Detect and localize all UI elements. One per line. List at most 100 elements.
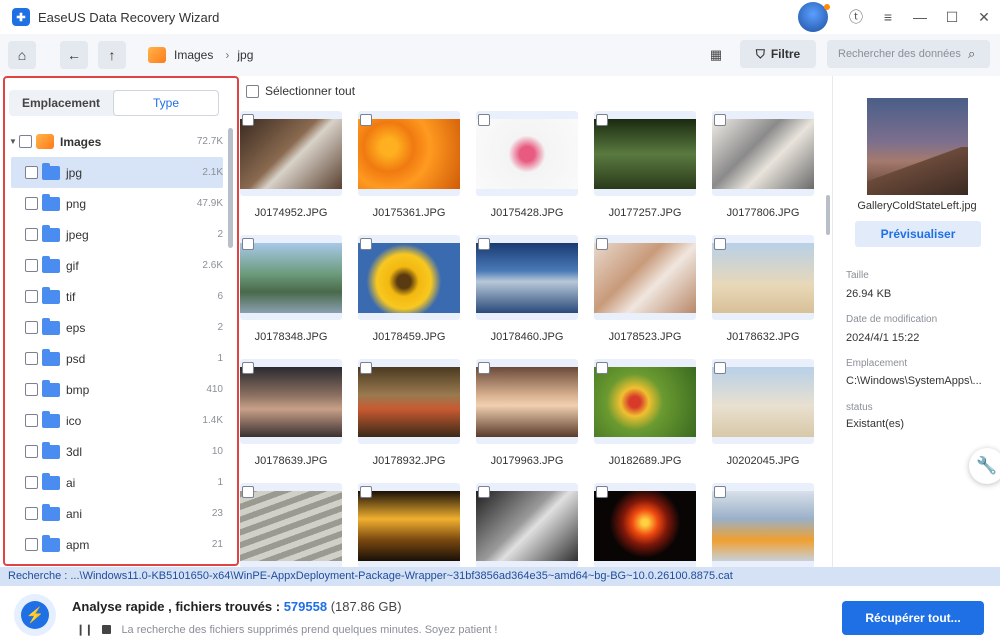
file-checkbox[interactable]: [714, 238, 726, 250]
select-all[interactable]: Sélectionner tout: [246, 84, 355, 98]
tree-item-tif[interactable]: tif 6: [5, 281, 223, 312]
select-all-checkbox[interactable]: [246, 84, 259, 98]
file-card[interactable]: [358, 483, 460, 567]
recover-all-button[interactable]: Récupérer tout...: [842, 601, 984, 635]
up-button[interactable]: ↑: [98, 41, 126, 69]
tree-item-ico[interactable]: ico 1.4K: [5, 405, 223, 436]
checkbox[interactable]: [19, 135, 32, 148]
tree-item-jpeg[interactable]: jpeg 2: [5, 219, 223, 250]
tab-emplacement[interactable]: Emplacement: [9, 90, 113, 116]
feedback-icon[interactable]: ⓣ: [840, 0, 872, 34]
tree-item-eps[interactable]: eps 2: [5, 312, 223, 343]
file-card[interactable]: J0202045.JPG: [712, 359, 814, 469]
checkbox[interactable]: [25, 383, 38, 396]
file-checkbox[interactable]: [714, 114, 726, 126]
file-checkbox[interactable]: [478, 238, 490, 250]
tree-item-apm[interactable]: apm 21: [5, 529, 223, 560]
file-checkbox[interactable]: [242, 114, 254, 126]
file-checkbox[interactable]: [242, 238, 254, 250]
tree-item-label: psd: [66, 351, 86, 366]
menu-icon[interactable]: ≡: [872, 0, 904, 34]
tree-item-jpg[interactable]: jpg 2.1K: [11, 157, 223, 188]
file-card[interactable]: J0178932.JPG: [358, 359, 460, 469]
account-avatar-icon[interactable]: [798, 2, 830, 32]
tree-item-3dl[interactable]: 3dl 10: [5, 436, 223, 467]
checkbox[interactable]: [25, 538, 38, 551]
checkbox[interactable]: [25, 197, 38, 210]
file-checkbox[interactable]: [596, 486, 608, 498]
file-card[interactable]: J0178348.JPG: [240, 235, 342, 345]
tree-item-psd[interactable]: psd 1: [5, 343, 223, 374]
file-checkbox[interactable]: [478, 486, 490, 498]
file-checkbox[interactable]: [360, 238, 372, 250]
file-card[interactable]: J0179963.JPG: [476, 359, 578, 469]
checkbox[interactable]: [25, 445, 38, 458]
file-checkbox[interactable]: [714, 486, 726, 498]
select-all-label: Sélectionner tout: [265, 84, 356, 98]
stop-icon[interactable]: [102, 625, 112, 634]
file-card[interactable]: J0174952.JPG: [240, 111, 342, 221]
file-card[interactable]: [594, 483, 696, 567]
file-card[interactable]: J0178523.JPG: [594, 235, 696, 345]
file-name: J0178632.JPG: [726, 331, 800, 343]
tree-root-images[interactable]: ▼ Images 72.7K: [5, 126, 223, 157]
breadcrumb-jpg[interactable]: jpg: [237, 48, 253, 62]
grid-scrollbar[interactable]: [826, 195, 830, 235]
pause-icon[interactable]: ❙❙: [76, 623, 93, 636]
file-card[interactable]: J0178632.JPG: [712, 235, 814, 345]
search-icon[interactable]: ⌕: [968, 46, 982, 61]
file-card[interactable]: J0177806.JPG: [712, 111, 814, 221]
checkbox[interactable]: [25, 507, 38, 520]
back-button[interactable]: ←: [60, 41, 88, 69]
file-checkbox[interactable]: [360, 362, 372, 374]
checkbox[interactable]: [25, 352, 38, 365]
file-checkbox[interactable]: [596, 362, 608, 374]
minimize-icon[interactable]: —: [904, 0, 936, 34]
file-card[interactable]: J0175361.JPG: [358, 111, 460, 221]
tree-item-gif[interactable]: gif 2.6K: [5, 250, 223, 281]
checkbox[interactable]: [25, 259, 38, 272]
tools-wrench-icon[interactable]: 🔧: [969, 448, 1000, 484]
file-checkbox[interactable]: [360, 114, 372, 126]
file-checkbox[interactable]: [596, 114, 608, 126]
file-checkbox[interactable]: [596, 238, 608, 250]
file-card[interactable]: J0177257.JPG: [594, 111, 696, 221]
file-card[interactable]: [240, 483, 342, 567]
file-checkbox[interactable]: [360, 486, 372, 498]
file-checkbox[interactable]: [478, 114, 490, 126]
tree-item-ani[interactable]: ani 23: [5, 498, 223, 529]
file-checkbox[interactable]: [242, 486, 254, 498]
tree-item-label: ai: [66, 475, 76, 490]
tree-item-count: 410: [206, 384, 223, 395]
caret-down-icon[interactable]: ▼: [9, 137, 19, 146]
file-card[interactable]: [476, 483, 578, 567]
checkbox[interactable]: [25, 476, 38, 489]
maximize-icon[interactable]: ☐: [936, 0, 968, 34]
file-card[interactable]: J0178459.JPG: [358, 235, 460, 345]
file-checkbox[interactable]: [242, 362, 254, 374]
file-card[interactable]: J0175428.JPG: [476, 111, 578, 221]
file-checkbox[interactable]: [478, 362, 490, 374]
home-button[interactable]: ⌂: [8, 41, 36, 69]
file-checkbox[interactable]: [714, 362, 726, 374]
file-card[interactable]: [712, 483, 814, 567]
tree-item-ai[interactable]: ai 1: [5, 467, 223, 498]
checkbox[interactable]: [25, 228, 38, 241]
scrollbar[interactable]: [228, 128, 233, 248]
view-grid-button[interactable]: ▦: [702, 41, 730, 69]
tab-type[interactable]: Type: [113, 90, 219, 116]
checkbox[interactable]: [25, 166, 38, 179]
file-card[interactable]: J0178639.JPG: [240, 359, 342, 469]
file-card[interactable]: J0182689.JPG: [594, 359, 696, 469]
breadcrumb-images[interactable]: Images: [174, 48, 213, 62]
preview-button[interactable]: Prévisualiser: [855, 221, 981, 247]
checkbox[interactable]: [25, 321, 38, 334]
file-card[interactable]: J0178460.JPG: [476, 235, 578, 345]
checkbox[interactable]: [25, 414, 38, 427]
tree-item-bmp[interactable]: bmp 410: [5, 374, 223, 405]
filter-button[interactable]: ⛉ Filtre: [740, 40, 816, 68]
close-icon[interactable]: ✕: [968, 0, 1000, 34]
tree-item-png[interactable]: png 47.9K: [5, 188, 223, 219]
search-input[interactable]: [827, 40, 990, 68]
checkbox[interactable]: [25, 290, 38, 303]
